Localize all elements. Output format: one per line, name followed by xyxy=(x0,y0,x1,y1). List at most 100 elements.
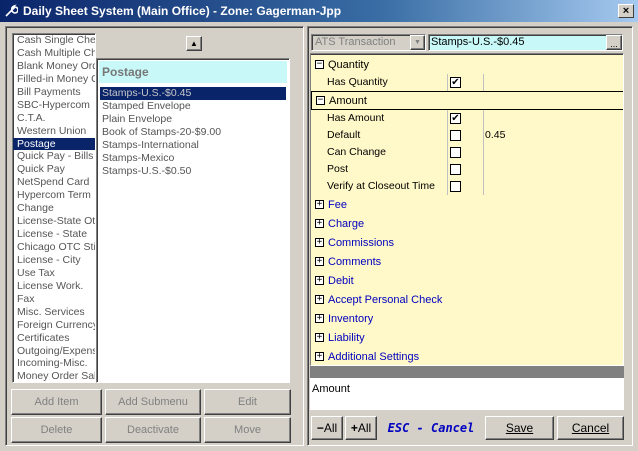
collapse-icon[interactable]: − xyxy=(315,60,324,69)
window-title: Daily Sheet System (Main Office) - Zone:… xyxy=(23,4,342,18)
property-row: Can Change xyxy=(311,144,623,161)
category-item[interactable]: NetSpend Card xyxy=(13,176,95,189)
submenu-item[interactable]: Stamps-U.S.-$0.45 xyxy=(100,87,286,100)
category-item[interactable]: Misc. Services xyxy=(13,306,95,319)
expand-icon[interactable]: + xyxy=(315,295,324,304)
category-item[interactable]: Foreign Currency xyxy=(13,319,95,332)
category-item[interactable]: Western Union xyxy=(13,125,95,138)
section-liability[interactable]: + Liability xyxy=(311,328,623,347)
category-item[interactable]: Quick Pay xyxy=(13,163,95,176)
category-item[interactable]: License Work. xyxy=(13,280,95,293)
category-item[interactable]: Postage xyxy=(13,137,95,151)
move-button[interactable]: Move xyxy=(204,417,291,443)
section-label: Charge xyxy=(328,217,365,230)
category-item[interactable]: License - City xyxy=(13,254,95,267)
transaction-type-select[interactable]: ATS Transaction ▼ xyxy=(311,34,426,51)
section-debit[interactable]: + Debit xyxy=(311,271,623,290)
wrench-icon xyxy=(3,3,19,19)
item-name-field[interactable]: Stamps-U.S.-$0.45 ... xyxy=(428,34,623,51)
grid-line xyxy=(483,144,484,161)
save-button[interactable]: Save xyxy=(485,416,554,440)
property-name: Verify at Closeout Time xyxy=(327,180,435,192)
expand-icon[interactable]: + xyxy=(315,333,324,342)
title-bar: Daily Sheet System (Main Office) - Zone:… xyxy=(0,0,638,22)
category-item[interactable]: Incoming-Misc. xyxy=(13,357,95,370)
submenu-item[interactable]: Stamps-U.S.-$0.50 xyxy=(100,165,286,178)
collapse-all-button[interactable]: −All xyxy=(311,416,343,440)
property-name: Can Change xyxy=(327,146,386,158)
section-inventory[interactable]: + Inventory xyxy=(311,309,623,328)
browse-button[interactable]: ... xyxy=(606,35,622,50)
grid-line xyxy=(483,178,484,195)
property-description: Amount xyxy=(310,378,624,410)
expand-all-button[interactable]: +All xyxy=(345,416,377,440)
category-item[interactable]: License - State xyxy=(13,228,95,241)
section-label: Amount xyxy=(329,94,367,107)
property-checkbox[interactable]: ✔ xyxy=(450,113,461,124)
submenu-panel: Postage Stamps-U.S.-$0.45 Stamped Envelop… xyxy=(96,58,290,383)
category-item[interactable]: Fax xyxy=(13,293,95,306)
category-item[interactable]: Cash Multiple Checks xyxy=(13,47,95,60)
category-item[interactable]: License-State Other xyxy=(13,215,95,228)
scroll-up-button[interactable]: ▲ xyxy=(186,36,202,51)
section-charge[interactable]: + Charge xyxy=(311,214,623,233)
expand-icon[interactable]: + xyxy=(315,200,324,209)
category-item[interactable]: Hypercom Term xyxy=(13,189,95,202)
section-additional-settings[interactable]: + Additional Settings xyxy=(311,347,623,365)
expand-icon[interactable]: + xyxy=(315,238,324,247)
close-button[interactable]: × xyxy=(618,4,634,18)
property-checkbox[interactable] xyxy=(450,147,461,158)
add-item-button[interactable]: Add Item xyxy=(11,389,102,415)
cancel-button[interactable]: Cancel xyxy=(557,416,624,440)
section-commissions[interactable]: + Commissions xyxy=(311,233,623,252)
add-submenu-button[interactable]: Add Submenu xyxy=(105,389,201,415)
category-item[interactable]: Bill Payments xyxy=(13,86,95,99)
submenu-item[interactable]: Stamps-International xyxy=(100,139,286,152)
expand-icon[interactable]: + xyxy=(315,314,324,323)
category-item[interactable]: Chicago OTC Sticker xyxy=(13,241,95,254)
item-name-value: Stamps-U.S.-$0.45 xyxy=(431,36,525,48)
category-item[interactable]: Change xyxy=(13,202,95,215)
property-grid: − Quantity Has Quantity ✔ − Amount Has Amount ✔… xyxy=(310,53,624,366)
chevron-down-icon[interactable]: ▼ xyxy=(410,35,425,50)
expand-icon[interactable]: + xyxy=(315,276,324,285)
collapse-icon[interactable]: − xyxy=(316,96,325,105)
category-item[interactable]: Blank Money Order xyxy=(13,60,95,73)
category-item[interactable]: SBC-Hypercom xyxy=(13,99,95,112)
property-value[interactable]: 0.45 xyxy=(485,127,623,144)
section-accept-personal-check[interactable]: + Accept Personal Check xyxy=(311,290,623,309)
deactivate-button[interactable]: Deactivate xyxy=(105,417,201,443)
category-item[interactable]: Quick Pay - Bills xyxy=(13,150,95,163)
expand-icon[interactable]: + xyxy=(315,352,324,361)
delete-button[interactable]: Delete xyxy=(11,417,102,443)
collapse-all-label: All xyxy=(323,421,338,435)
property-row: Default 0.45 xyxy=(311,127,623,144)
submenu-item[interactable]: Stamps-Mexico xyxy=(100,152,286,165)
submenu-item[interactable]: Book of Stamps-20-$9.00 xyxy=(100,126,286,139)
section-comments[interactable]: + Comments xyxy=(311,252,623,271)
expand-icon[interactable]: + xyxy=(315,219,324,228)
category-list[interactable]: Cash Single CheckCash Multiple ChecksBla… xyxy=(12,33,96,383)
category-item[interactable]: Cash Single Check xyxy=(13,34,95,47)
category-item[interactable]: Filled-in Money Order xyxy=(13,73,95,86)
submenu-item[interactable]: Stamped Envelope xyxy=(100,100,286,113)
property-row: Has Quantity ✔ xyxy=(311,74,623,91)
category-item[interactable]: Use Tax xyxy=(13,267,95,280)
submenu-item[interactable]: Plain Envelope xyxy=(100,113,286,126)
section-fee[interactable]: + Fee xyxy=(311,195,623,214)
property-checkbox[interactable]: ✔ xyxy=(450,77,461,88)
section-quantity[interactable]: − Quantity xyxy=(311,55,623,74)
category-item[interactable]: Money Order Sale xyxy=(13,370,95,382)
description-splitter[interactable] xyxy=(310,366,624,378)
property-checkbox[interactable] xyxy=(450,164,461,175)
category-item[interactable]: C.T.A. xyxy=(13,112,95,125)
category-item[interactable]: Certificates xyxy=(13,332,95,345)
section-amount[interactable]: − Amount xyxy=(311,91,623,110)
expand-icon[interactable]: + xyxy=(315,257,324,266)
edit-button[interactable]: Edit xyxy=(204,389,291,415)
category-item[interactable]: Outgoing/Expenses xyxy=(13,345,95,358)
description-text: Amount xyxy=(312,383,350,395)
property-checkbox[interactable] xyxy=(450,181,461,192)
property-name: Has Quantity xyxy=(327,76,388,88)
property-checkbox[interactable] xyxy=(450,130,461,141)
